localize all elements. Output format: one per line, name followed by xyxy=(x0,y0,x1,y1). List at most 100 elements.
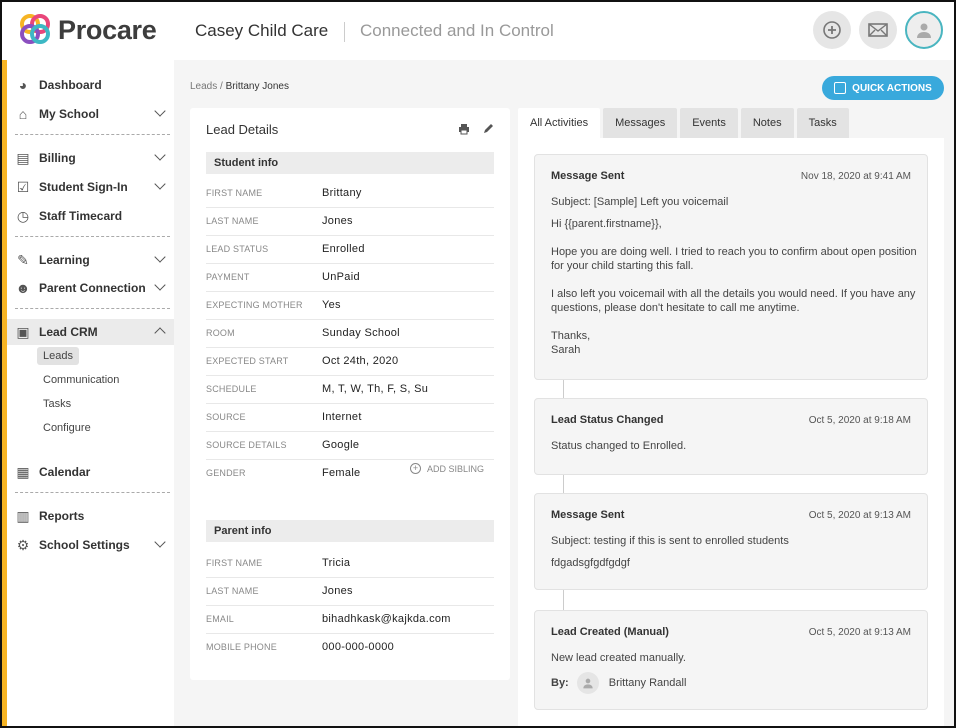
activity-body-line: fdgadsgfgdfgdgf xyxy=(551,557,630,569)
plus-circle-icon xyxy=(823,21,841,39)
breadcrumb-leads-link[interactable]: Leads xyxy=(190,81,217,92)
sidebar-divider xyxy=(15,492,170,493)
quick-actions-button[interactable]: QUICK ACTIONS xyxy=(822,76,944,100)
sidebar-item-calendar[interactable]: ▦ Calendar xyxy=(7,459,174,485)
sidebar-item-billing[interactable]: ▤ Billing xyxy=(7,145,174,171)
timeline-connector xyxy=(563,380,564,398)
activity-body-line: New lead created manually. xyxy=(551,652,686,664)
sidebar-item-reports[interactable]: ▥ Reports xyxy=(7,503,174,529)
learning-icon: ✎ xyxy=(17,251,29,268)
messages-button[interactable] xyxy=(859,11,897,49)
sidebar-subitem-communication[interactable]: Communication xyxy=(37,371,125,389)
quick-actions-label: QUICK ACTIONS xyxy=(852,82,932,94)
sidebar-item-student-sign-in[interactable]: ☑ Student Sign-In xyxy=(7,174,174,200)
activity-item[interactable]: Lead Status Changed Oct 5, 2020 at 9:18 … xyxy=(534,398,928,475)
app-window: Procare Casey Child Care Connected and I… xyxy=(0,0,956,728)
sidebar-item-lead-crm[interactable]: ▣ Lead CRM xyxy=(7,319,174,345)
field-row: SOURCE DETAILS Google xyxy=(206,432,494,460)
sidebar-item-parent-connection[interactable]: ☻ Parent Connection xyxy=(7,275,174,301)
activity-item[interactable]: Lead Created (Manual) Oct 5, 2020 at 9:1… xyxy=(534,610,928,710)
sidebar-subitem-configure[interactable]: Configure xyxy=(37,419,97,437)
chevron-down-icon xyxy=(154,105,166,117)
plus-circle-icon: + xyxy=(410,463,421,474)
sidebar-item-learning[interactable]: ✎ Learning xyxy=(7,247,174,273)
field-row: SCHEDULE M, T, W, Th, F, S, Su xyxy=(206,376,494,404)
field-row: EMAIL bihadhkask@kajkda.com xyxy=(206,606,494,634)
field-label: LAST NAME xyxy=(206,586,259,596)
id-card-icon: ▣ xyxy=(16,323,30,340)
field-label: ROOM xyxy=(206,328,235,338)
field-row: LAST NAME Jones xyxy=(206,208,494,236)
field-value: Enrolled xyxy=(322,243,365,255)
breadcrumb-separator: / xyxy=(220,81,223,92)
main-content: Leads / Brittany Jones QUICK ACTIONS Lea… xyxy=(174,60,954,726)
field-label: SOURCE DETAILS xyxy=(206,440,287,450)
sidebar-item-dashboard[interactable]: ◕ Dashboard xyxy=(7,72,174,98)
envelope-icon xyxy=(868,23,888,37)
tab-events[interactable]: Events xyxy=(680,108,738,138)
chevron-down-icon xyxy=(154,251,166,263)
activity-timestamp: Oct 5, 2020 at 9:18 AM xyxy=(808,415,911,426)
activity-body-line: Sarah xyxy=(551,344,581,356)
field-label: EMAIL xyxy=(206,614,235,624)
school-icon: ⌂ xyxy=(18,106,28,122)
timeline-connector xyxy=(563,475,564,493)
family-icon: ☻ xyxy=(15,280,31,296)
print-icon[interactable] xyxy=(458,123,470,138)
clock-icon: ◷ xyxy=(16,207,30,224)
sidebar-divider xyxy=(15,134,170,135)
chevron-up-icon xyxy=(154,327,166,339)
sidebar-subitem-leads[interactable]: Leads xyxy=(37,347,79,365)
add-sibling-label: ADD SIBLING xyxy=(427,463,485,474)
add-button[interactable] xyxy=(813,11,851,49)
activity-timestamp: Nov 18, 2020 at 9:41 AM xyxy=(800,171,911,182)
field-label: LAST NAME xyxy=(206,216,259,226)
sidebar-item-staff-timecard[interactable]: ◷ Staff Timecard xyxy=(7,203,174,229)
field-label: EXPECTED START xyxy=(206,356,289,366)
field-value: M, T, W, Th, F, S, Su xyxy=(322,383,429,395)
edit-pencil-icon[interactable] xyxy=(482,123,494,138)
breadcrumb: Leads / Brittany Jones xyxy=(190,81,289,92)
sidebar-item-school-settings[interactable]: ⚙ School Settings xyxy=(7,532,174,558)
activity-body-line: Thanks, xyxy=(551,330,591,342)
lead-details-title: Lead Details xyxy=(206,122,279,137)
field-value: Brittany xyxy=(322,187,362,199)
sidebar-item-my-school[interactable]: ⌂ My School xyxy=(7,101,174,127)
procare-logo[interactable]: Procare xyxy=(18,12,157,48)
procare-logo-mark-icon xyxy=(18,12,54,48)
activity-feed: Message Sent Nov 18, 2020 at 9:41 AM Sub… xyxy=(518,138,944,726)
tab-all-activities[interactable]: All Activities xyxy=(518,108,601,138)
sidebar-item-label: Parent Connection xyxy=(39,281,146,295)
top-header: Procare Casey Child Care Connected and I… xyxy=(2,2,954,60)
sidebar-subitem-tasks[interactable]: Tasks xyxy=(37,395,77,413)
field-row: FIRST NAME Brittany xyxy=(206,180,494,208)
activity-body-line: Hi {{parent.firstname}}, xyxy=(551,218,662,230)
tab-messages[interactable]: Messages xyxy=(603,108,678,138)
activity-title: Lead Created (Manual) xyxy=(551,626,669,638)
activity-item[interactable]: Message Sent Oct 5, 2020 at 9:13 AM Subj… xyxy=(534,493,928,590)
tab-notes[interactable]: Notes xyxy=(740,108,794,138)
dashboard-icon: ◕ xyxy=(18,77,28,93)
activity-body-line: Status changed to Enrolled. xyxy=(551,440,687,452)
chevron-down-icon xyxy=(154,178,166,190)
user-avatar-icon xyxy=(576,672,599,694)
add-sibling-button[interactable]: + ADD SIBLING xyxy=(410,463,484,474)
field-value: bihadhkask@kajkda.com xyxy=(322,613,451,625)
profile-button[interactable] xyxy=(905,11,943,49)
sidebar: ◕ Dashboard ⌂ My School ▤ Billing ☑ Stud… xyxy=(2,60,174,726)
field-row: ROOM Sunday School xyxy=(206,320,494,348)
activity-body-line: Hope you are doing well. I tried to reac… xyxy=(551,246,917,272)
report-icon: ▥ xyxy=(16,507,30,524)
gear-icon: ⚙ xyxy=(16,536,30,553)
lead-details-card: Lead Details Student info FIRST NAME Brit… xyxy=(190,108,510,680)
timeline-connector xyxy=(563,590,564,610)
sidebar-divider xyxy=(15,308,170,309)
sidebar-item-label: Staff Timecard xyxy=(39,209,123,223)
field-value: Google xyxy=(322,439,360,451)
field-label: SOURCE xyxy=(206,412,246,422)
activity-item[interactable]: Message Sent Nov 18, 2020 at 9:41 AM Sub… xyxy=(534,154,928,380)
tab-tasks[interactable]: Tasks xyxy=(796,108,849,138)
activity-body-line: I also left you voicemail with all the d… xyxy=(551,288,916,314)
sidebar-item-label: Dashboard xyxy=(39,78,102,92)
breadcrumb-current: Brittany Jones xyxy=(225,81,289,92)
